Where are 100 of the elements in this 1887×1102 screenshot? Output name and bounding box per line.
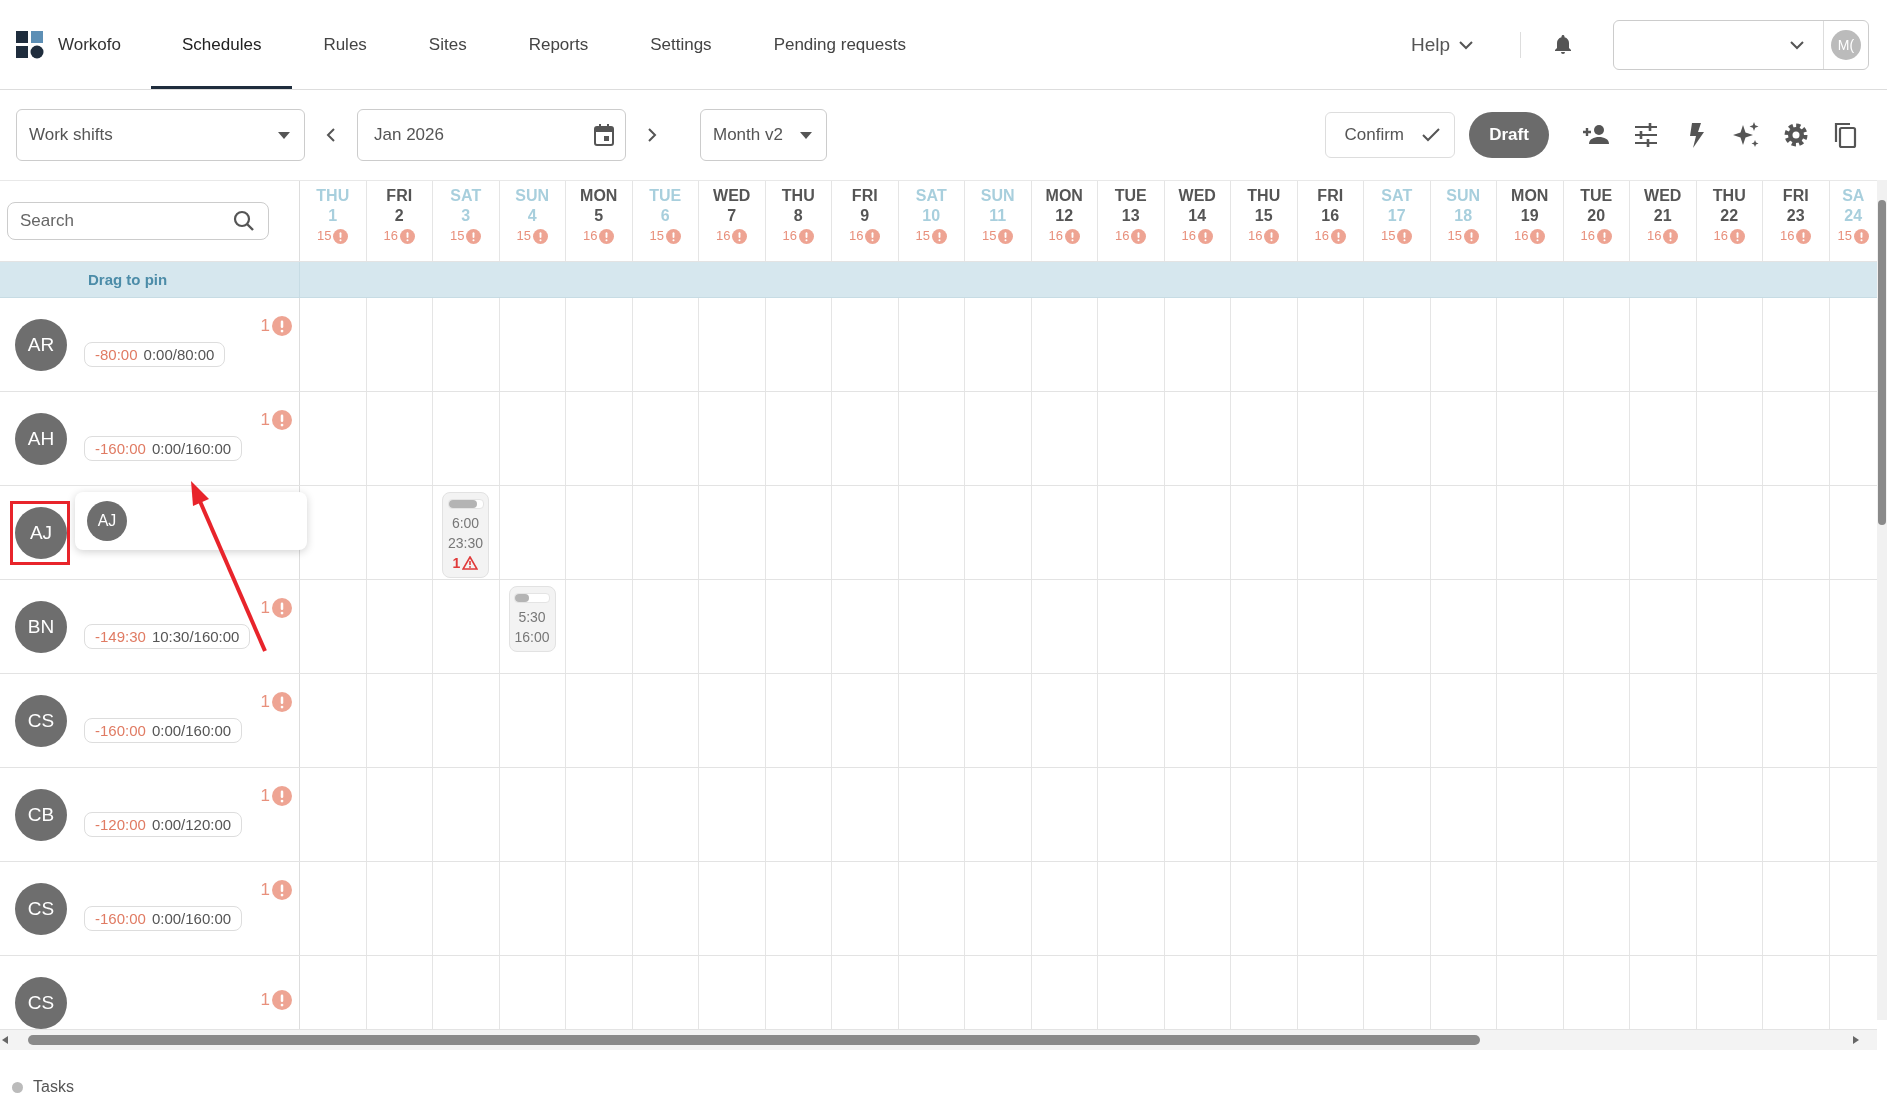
alert-icon <box>1331 228 1346 244</box>
employee-avatar[interactable]: CB <box>15 788 67 841</box>
alert-count: 16 <box>1580 226 1612 246</box>
date-number: 22 <box>1720 206 1739 226</box>
shift-end: 16:00 <box>514 628 550 647</box>
alert-count: 16 <box>1713 226 1745 246</box>
nav-tab[interactable]: Sites <box>397 3 498 89</box>
calendar-icon[interactable] <box>593 123 615 147</box>
alert-icon <box>1065 228 1080 244</box>
weekday-label: MON <box>580 186 618 206</box>
date-number: 23 <box>1786 206 1805 226</box>
hours-summary: -160:00 0:00/160:00 <box>84 436 243 461</box>
alert-count: 15 <box>649 226 681 246</box>
warning-count: 1 <box>452 553 479 573</box>
weekday-label: WED <box>1178 186 1216 206</box>
weekday-label: SUN <box>1446 186 1481 206</box>
nav-tab[interactable]: Reports <box>497 3 620 89</box>
shift-start: 5:30 <box>518 608 546 627</box>
search-field[interactable]: Search <box>7 202 269 240</box>
weekday-label: THU <box>316 186 350 206</box>
date-number: 5 <box>594 206 604 226</box>
alert-icon <box>1796 228 1812 244</box>
nav-tab[interactable]: Rules <box>292 3 398 89</box>
employee-avatar[interactable]: AH <box>15 412 67 465</box>
hours-summary: -120:00 0:00/120:00 <box>84 812 243 837</box>
alert-count: 16 <box>1248 226 1280 246</box>
alert-count: 16 <box>583 226 615 246</box>
nav-tab[interactable]: Schedules <box>151 3 293 89</box>
alert-count: 16 <box>849 226 881 246</box>
view-mode-select[interactable]: Month v2 <box>700 109 827 161</box>
alert-icon <box>1597 228 1612 244</box>
weekday-label: THU <box>1712 186 1746 206</box>
confirm-button[interactable]: Confirm <box>1325 112 1455 158</box>
alert-icon <box>533 228 548 244</box>
date-number: 7 <box>727 206 737 226</box>
shift-type-select[interactable]: Work shifts <box>16 109 305 161</box>
alert-count: 1 <box>260 316 292 336</box>
nav-tab[interactable]: Settings <box>619 3 743 89</box>
employee-avatar: AJ <box>87 501 127 541</box>
employee-avatar[interactable]: CS <box>15 694 67 747</box>
alert-count: 16 <box>1780 226 1812 246</box>
drag-preview-card[interactable]: AJ <box>75 492 307 550</box>
date-number: 4 <box>527 206 537 226</box>
weekday-label: SAT <box>1381 186 1413 206</box>
date-number: 17 <box>1387 206 1406 226</box>
date-number: 8 <box>793 206 803 226</box>
weekday-label: MON <box>1511 186 1549 206</box>
alert-icon <box>272 786 292 806</box>
draft-button[interactable]: Draft <box>1469 112 1549 158</box>
alert-icon <box>998 228 1014 244</box>
date-number: 2 <box>394 206 404 226</box>
drag-to-pin-label: Drag to pin <box>88 271 168 288</box>
weekday-label: WED <box>713 186 751 206</box>
employee-avatar[interactable]: AR <box>15 318 67 371</box>
shift-card[interactable]: 6:00 23:30 1 <box>442 492 489 578</box>
alert-count: 16 <box>782 226 814 246</box>
scroll-left-icon[interactable] <box>0 1035 10 1045</box>
date-number: 18 <box>1454 206 1473 226</box>
help-menu[interactable]: Help <box>1390 0 1494 89</box>
employee-avatar[interactable]: CS <box>15 882 67 935</box>
alert-icon <box>666 228 681 244</box>
employee-avatar[interactable]: AJ <box>15 506 67 559</box>
date-number: 13 <box>1121 206 1140 226</box>
employee-avatar[interactable]: BN <box>15 600 67 653</box>
weekday-label: WED <box>1644 186 1682 206</box>
alert-icon <box>1397 228 1413 244</box>
date-number: 6 <box>660 206 670 226</box>
chevron-down-icon <box>1458 39 1474 50</box>
weekday-label: FRI <box>386 186 413 206</box>
date-number: 21 <box>1653 206 1672 226</box>
alert-count: 15 <box>317 226 349 246</box>
shift-end: 23:30 <box>447 534 483 553</box>
alert-count: 16 <box>1048 226 1080 246</box>
brand-name: Workofo <box>58 34 121 55</box>
alert-icon <box>400 228 415 244</box>
caret-down-icon <box>800 131 812 139</box>
date-number: 16 <box>1321 206 1340 226</box>
weekday-label: SAT <box>915 186 947 206</box>
horizontal-scrollbar[interactable] <box>0 1029 1877 1050</box>
tasks-label[interactable]: Tasks <box>33 1078 74 1096</box>
weekday-label: SUN <box>515 186 550 206</box>
date-number: 1 <box>328 206 338 226</box>
weekday-label: FRI <box>1317 186 1344 206</box>
shift-card[interactable]: 5:30 16:00 <box>508 586 556 652</box>
alert-icon <box>1730 228 1745 244</box>
vertical-scrollbar[interactable] <box>1877 180 1887 1020</box>
alert-icon <box>599 228 615 244</box>
weekday-label: FRI <box>851 186 878 206</box>
chevron-right-icon <box>647 127 657 143</box>
date-number: 11 <box>989 206 1007 226</box>
alert-count: 16 <box>1314 226 1346 246</box>
nav-tab[interactable]: Pending requests <box>742 3 937 89</box>
date-field[interactable]: Jan 2026 <box>357 109 626 161</box>
employee-avatar[interactable]: CS <box>15 976 67 1029</box>
scroll-right-icon[interactable] <box>1851 1035 1861 1045</box>
weekday-label: SAT <box>450 186 482 206</box>
alert-count: 15 <box>915 226 947 246</box>
alert-count: 16 <box>383 226 415 246</box>
alert-count: 15 <box>450 226 482 246</box>
alert-count: 16 <box>1181 226 1213 246</box>
